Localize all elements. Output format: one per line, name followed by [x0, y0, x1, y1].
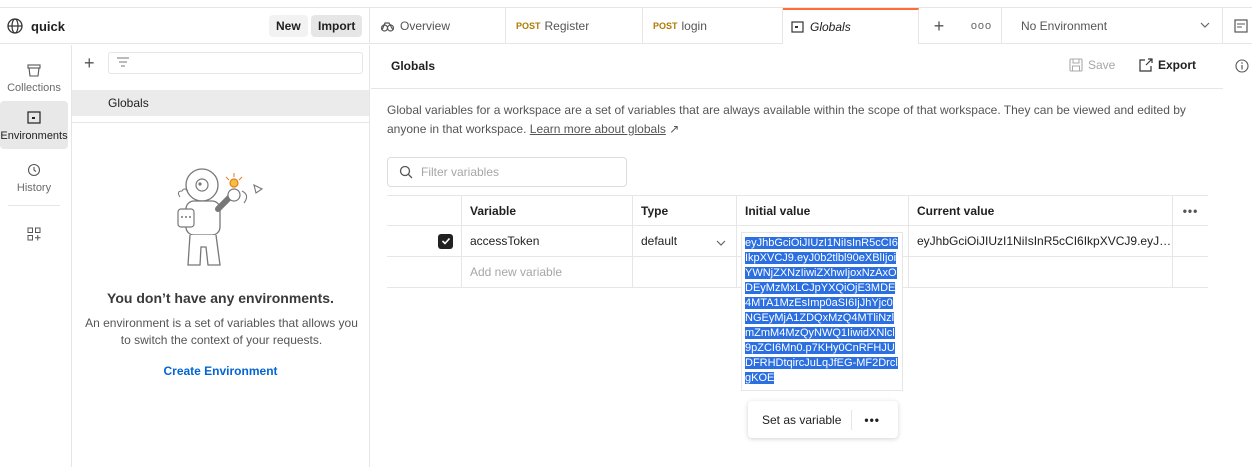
rail-label: Environments [0, 130, 68, 142]
globals-env-icon [791, 20, 804, 34]
tab-label: Register [544, 19, 590, 33]
column-header-current-value: Current value [908, 196, 1172, 225]
checkmark-icon [441, 237, 450, 245]
table-more-options[interactable]: ••• [1172, 196, 1208, 225]
filter-icon [117, 56, 129, 70]
tab-globals[interactable]: Globals [783, 8, 919, 44]
globals-editor: Globals Save Export Global variables for… [371, 45, 1223, 467]
variable-type-select[interactable]: default [632, 226, 736, 256]
popover-more-button[interactable]: ••• [864, 413, 880, 427]
create-environment-link[interactable]: Create Environment [72, 364, 369, 378]
rail-item-configure[interactable] [0, 217, 68, 265]
header-checkbox-cell [387, 196, 461, 225]
environment-icon [27, 109, 41, 127]
empty-type-cell[interactable] [632, 257, 736, 287]
environment-selector-label: No Environment [1021, 19, 1108, 33]
rail-label: Collections [7, 82, 61, 94]
history-icon [27, 161, 41, 179]
page-title: Globals [391, 59, 436, 73]
column-header-type: Type [632, 196, 736, 225]
table-header-row: Variable Type Initial value Current valu… [387, 195, 1208, 226]
row-more-cell [1172, 226, 1208, 256]
create-environment-plus-icon[interactable]: + [84, 53, 95, 74]
learn-more-link[interactable]: Learn more about globals [530, 122, 666, 136]
variable-name-cell[interactable]: accessToken [461, 226, 632, 256]
import-button[interactable]: Import [311, 15, 363, 37]
current-value-cell[interactable]: eyJhbGciOiJIUzI1NiIsInR5cCI6IkpXVCJ9.eyJ… [908, 226, 1172, 256]
empty-state-description: An environment is a set of variables tha… [85, 316, 358, 347]
empty-current-cell[interactable] [908, 257, 1172, 287]
external-link-icon: ↗ [669, 122, 680, 136]
set-as-variable-popover: Set as variable ••• [748, 401, 898, 438]
grid-plus-icon [27, 225, 41, 243]
method-badge: POST [653, 21, 678, 31]
environment-quick-look-icon[interactable] [1234, 19, 1248, 36]
header-bar: quick New Import Overview POST Register … [0, 8, 1252, 44]
info-icon[interactable] [1235, 59, 1249, 76]
save-label: Save [1088, 58, 1116, 72]
row-checkbox-cell [387, 257, 461, 287]
new-tab-button[interactable]: + [919, 8, 959, 44]
row-more-cell [1172, 257, 1208, 287]
editor-header: Globals Save Export [371, 45, 1223, 89]
rail-label: History [16, 182, 52, 194]
add-new-variable-input[interactable]: Add new variable [461, 257, 632, 287]
description-text: Global variables for a workspace are a s… [387, 103, 1186, 136]
tab-register[interactable]: POST Register [506, 8, 643, 44]
new-button[interactable]: New [269, 15, 308, 37]
trash-bin-icon [27, 61, 41, 79]
window-top-strip [0, 0, 1252, 8]
save-icon [1069, 58, 1083, 72]
overview-icon [380, 20, 395, 32]
tab-label: Globals [810, 20, 851, 34]
set-as-variable-button[interactable]: Set as variable [748, 409, 853, 430]
tab-overview[interactable]: Overview [370, 8, 506, 44]
method-badge: POST [516, 21, 541, 31]
chevron-down-icon [1200, 19, 1210, 33]
column-header-variable: Variable [461, 196, 632, 225]
chevron-down-icon [716, 237, 726, 251]
plus-icon: + [933, 15, 945, 36]
astronaut-illustration [168, 161, 272, 276]
globals-list-item[interactable]: Globals [72, 90, 369, 116]
filter-variables-placeholder: Filter variables [421, 165, 500, 179]
export-icon [1139, 58, 1153, 72]
empty-state-title: You don’t have any environments. [107, 290, 334, 306]
rail-divider [8, 205, 60, 206]
initial-value-editor[interactable]: eyJhbGciOiJIUzI1NiIsInR5cCI6IkpXVCJ9.eyJ… [741, 232, 903, 391]
globals-description: Global variables for a workspace are a s… [387, 101, 1207, 139]
globe-icon [6, 17, 24, 35]
filter-variables-input[interactable]: Filter variables [387, 157, 627, 187]
selected-initial-value-text[interactable]: eyJhbGciOiJIUzI1NiIsInR5cCI6IkpXVCJ9.eyJ… [745, 237, 898, 384]
export-label: Export [1158, 58, 1197, 72]
tab-login[interactable]: POST login [643, 8, 783, 44]
rail-item-history[interactable]: History [0, 153, 68, 201]
environment-selector[interactable]: No Environment [1003, 8, 1223, 44]
rail-item-collections[interactable]: Collections [0, 53, 68, 101]
environments-filter-input[interactable] [108, 52, 363, 74]
left-rail: Collections Environments History [0, 45, 72, 467]
panel-divider [72, 122, 369, 123]
current-value-text: eyJhbGciOiJIUzI1NiIsInR5cCI6IkpXVCJ9.eyJ… [917, 234, 1172, 248]
right-sidebar [1223, 45, 1252, 467]
tab-label: login [681, 19, 707, 33]
workspace-name: quick [31, 18, 65, 34]
column-header-initial-value: Initial value [736, 196, 908, 225]
variable-type-value: default [641, 234, 678, 248]
environments-panel: + Globals You don’t have any environment… [72, 45, 370, 467]
row-checkbox-cell [387, 226, 461, 256]
tab-label: Overview [400, 19, 451, 33]
rail-item-environments[interactable]: Environments [0, 101, 68, 149]
save-button[interactable]: Save [1069, 58, 1115, 72]
tabs-more-button[interactable]: ooo [962, 8, 1002, 44]
export-button[interactable]: Export [1139, 58, 1196, 72]
variable-enabled-checkbox[interactable] [438, 233, 453, 249]
search-icon [399, 165, 413, 179]
